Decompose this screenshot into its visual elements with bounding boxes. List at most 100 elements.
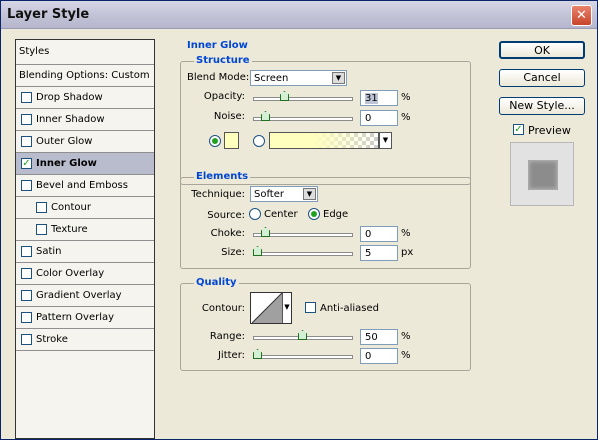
source-center-label: Center [264, 209, 298, 220]
contour-label: Contour: [201, 303, 245, 314]
style-item-label: Satin [36, 246, 62, 257]
styles-header-label: Styles [19, 46, 50, 57]
close-button[interactable]: ✕ [571, 5, 592, 26]
style-item-checkbox[interactable] [21, 334, 32, 345]
style-item-label: Gradient Overlay [36, 290, 122, 301]
layer-style-dialog: Layer Style ✕ Styles Blending Options: C… [0, 0, 598, 440]
style-item-label: Inner Shadow [36, 114, 105, 125]
style-item-checkbox[interactable]: ✓ [21, 158, 32, 169]
anti-aliased-checkbox[interactable] [305, 302, 316, 313]
opacity-field[interactable]: 31 [360, 90, 398, 106]
ok-button[interactable]: OK [499, 41, 585, 59]
style-item-bevel-and-emboss[interactable]: Bevel and Emboss [16, 175, 154, 197]
style-item-label: Color Overlay [36, 268, 105, 279]
range-value: 50 [365, 332, 378, 343]
contour-dropdown-button[interactable]: ▼ [282, 293, 291, 323]
style-item-label: Outer Glow [36, 136, 93, 147]
anti-aliased-label: Anti-aliased [320, 303, 380, 314]
style-item-texture[interactable]: Texture [16, 219, 154, 241]
style-item-outer-glow[interactable]: Outer Glow [16, 131, 154, 153]
styles-header[interactable]: Styles [16, 40, 154, 65]
title-bar: Layer Style ✕ [1, 1, 597, 29]
style-item-checkbox[interactable] [21, 312, 32, 323]
style-item-label: Inner Glow [36, 158, 97, 169]
dialog-title: Layer Style [7, 7, 90, 22]
size-slider[interactable] [253, 252, 353, 256]
contour-picker[interactable]: ▼ [250, 292, 292, 324]
blend-mode-value: Screen [254, 73, 289, 84]
gradient-dropdown-button[interactable]: ▼ [379, 132, 392, 149]
jitter-slider[interactable] [253, 355, 353, 359]
quality-title: Quality [194, 277, 239, 288]
opacity-value: 31 [365, 93, 378, 104]
style-item-label: Texture [51, 224, 88, 235]
size-label: Size: [221, 247, 245, 258]
style-item-inner-glow[interactable]: ✓ Inner Glow [16, 153, 154, 175]
source-edge-label: Edge [323, 209, 349, 220]
style-item-label: Pattern Overlay [36, 312, 115, 323]
range-field[interactable]: 50 [360, 329, 398, 345]
style-item-color-overlay[interactable]: Color Overlay [16, 263, 154, 285]
technique-label: Technique: [191, 189, 245, 200]
style-item-checkbox[interactable] [21, 114, 32, 125]
preview-thumbnail [510, 142, 574, 206]
style-item-checkbox[interactable] [21, 136, 32, 147]
style-item-drop-shadow[interactable]: Drop Shadow [16, 87, 154, 109]
style-item-label: Contour [51, 202, 91, 213]
style-item-label: Bevel and Emboss [36, 180, 128, 191]
style-item-checkbox[interactable] [21, 246, 32, 257]
opacity-unit: % [401, 92, 411, 103]
choke-label: Choke: [210, 228, 245, 239]
style-item-gradient-overlay[interactable]: Gradient Overlay [16, 285, 154, 307]
style-item-inner-shadow[interactable]: Inner Shadow [16, 109, 154, 131]
opacity-slider[interactable] [253, 97, 353, 101]
size-unit: px [401, 247, 414, 258]
style-item-checkbox[interactable] [21, 290, 32, 301]
jitter-unit: % [401, 350, 411, 361]
style-item-checkbox[interactable] [21, 92, 32, 103]
source-center-radio[interactable] [249, 208, 261, 220]
technique-value: Softer [254, 189, 284, 200]
technique-select[interactable]: Softer ▼ [250, 186, 318, 202]
style-item-checkbox[interactable] [21, 268, 32, 279]
jitter-value: 0 [365, 351, 372, 362]
style-item-pattern-overlay[interactable]: Pattern Overlay [16, 307, 154, 329]
preview-swatch [528, 160, 558, 190]
elements-title: Elements [194, 171, 251, 182]
blend-mode-label: Blend Mode: [187, 72, 250, 83]
jitter-field[interactable]: 0 [360, 348, 398, 364]
cancel-button[interactable]: Cancel [499, 69, 585, 87]
gradient-swatch[interactable] [269, 132, 379, 149]
inner-glow-title: Inner Glow [185, 40, 250, 51]
range-unit: % [401, 331, 411, 342]
noise-label: Noise: [213, 111, 245, 122]
chevron-down-icon: ▼ [332, 72, 345, 84]
style-item-satin[interactable]: Satin [16, 241, 154, 263]
style-item-checkbox[interactable] [36, 202, 47, 213]
choke-field[interactable]: 0 [360, 226, 398, 242]
style-item-label: Drop Shadow [36, 92, 103, 103]
noise-value: 0 [365, 113, 372, 124]
noise-field[interactable]: 0 [360, 110, 398, 126]
jitter-label: Jitter: [217, 350, 245, 361]
solid-color-radio[interactable] [209, 135, 221, 147]
size-value: 5 [365, 248, 372, 259]
new-style-button[interactable]: New Style... [499, 97, 585, 115]
blend-mode-select[interactable]: Screen ▼ [250, 70, 347, 86]
gradient-radio[interactable] [253, 135, 265, 147]
chevron-down-icon: ▼ [303, 188, 316, 200]
glow-color-swatch[interactable] [224, 132, 239, 149]
size-field[interactable]: 5 [360, 245, 398, 261]
style-item-contour[interactable]: Contour [16, 197, 154, 219]
style-item-checkbox[interactable] [21, 180, 32, 191]
noise-unit: % [401, 112, 411, 123]
style-item-checkbox[interactable] [36, 224, 47, 235]
choke-value: 0 [365, 229, 372, 240]
style-item-label: Stroke [36, 334, 68, 345]
preview-checkbox[interactable]: ✓ [513, 124, 524, 135]
source-edge-radio[interactable] [308, 208, 320, 220]
blending-options-item[interactable]: Blending Options: Custom [16, 65, 154, 87]
blending-options-label: Blending Options: Custom [19, 70, 150, 81]
preview-label: Preview [528, 124, 571, 137]
style-item-stroke[interactable]: Stroke [16, 329, 154, 351]
